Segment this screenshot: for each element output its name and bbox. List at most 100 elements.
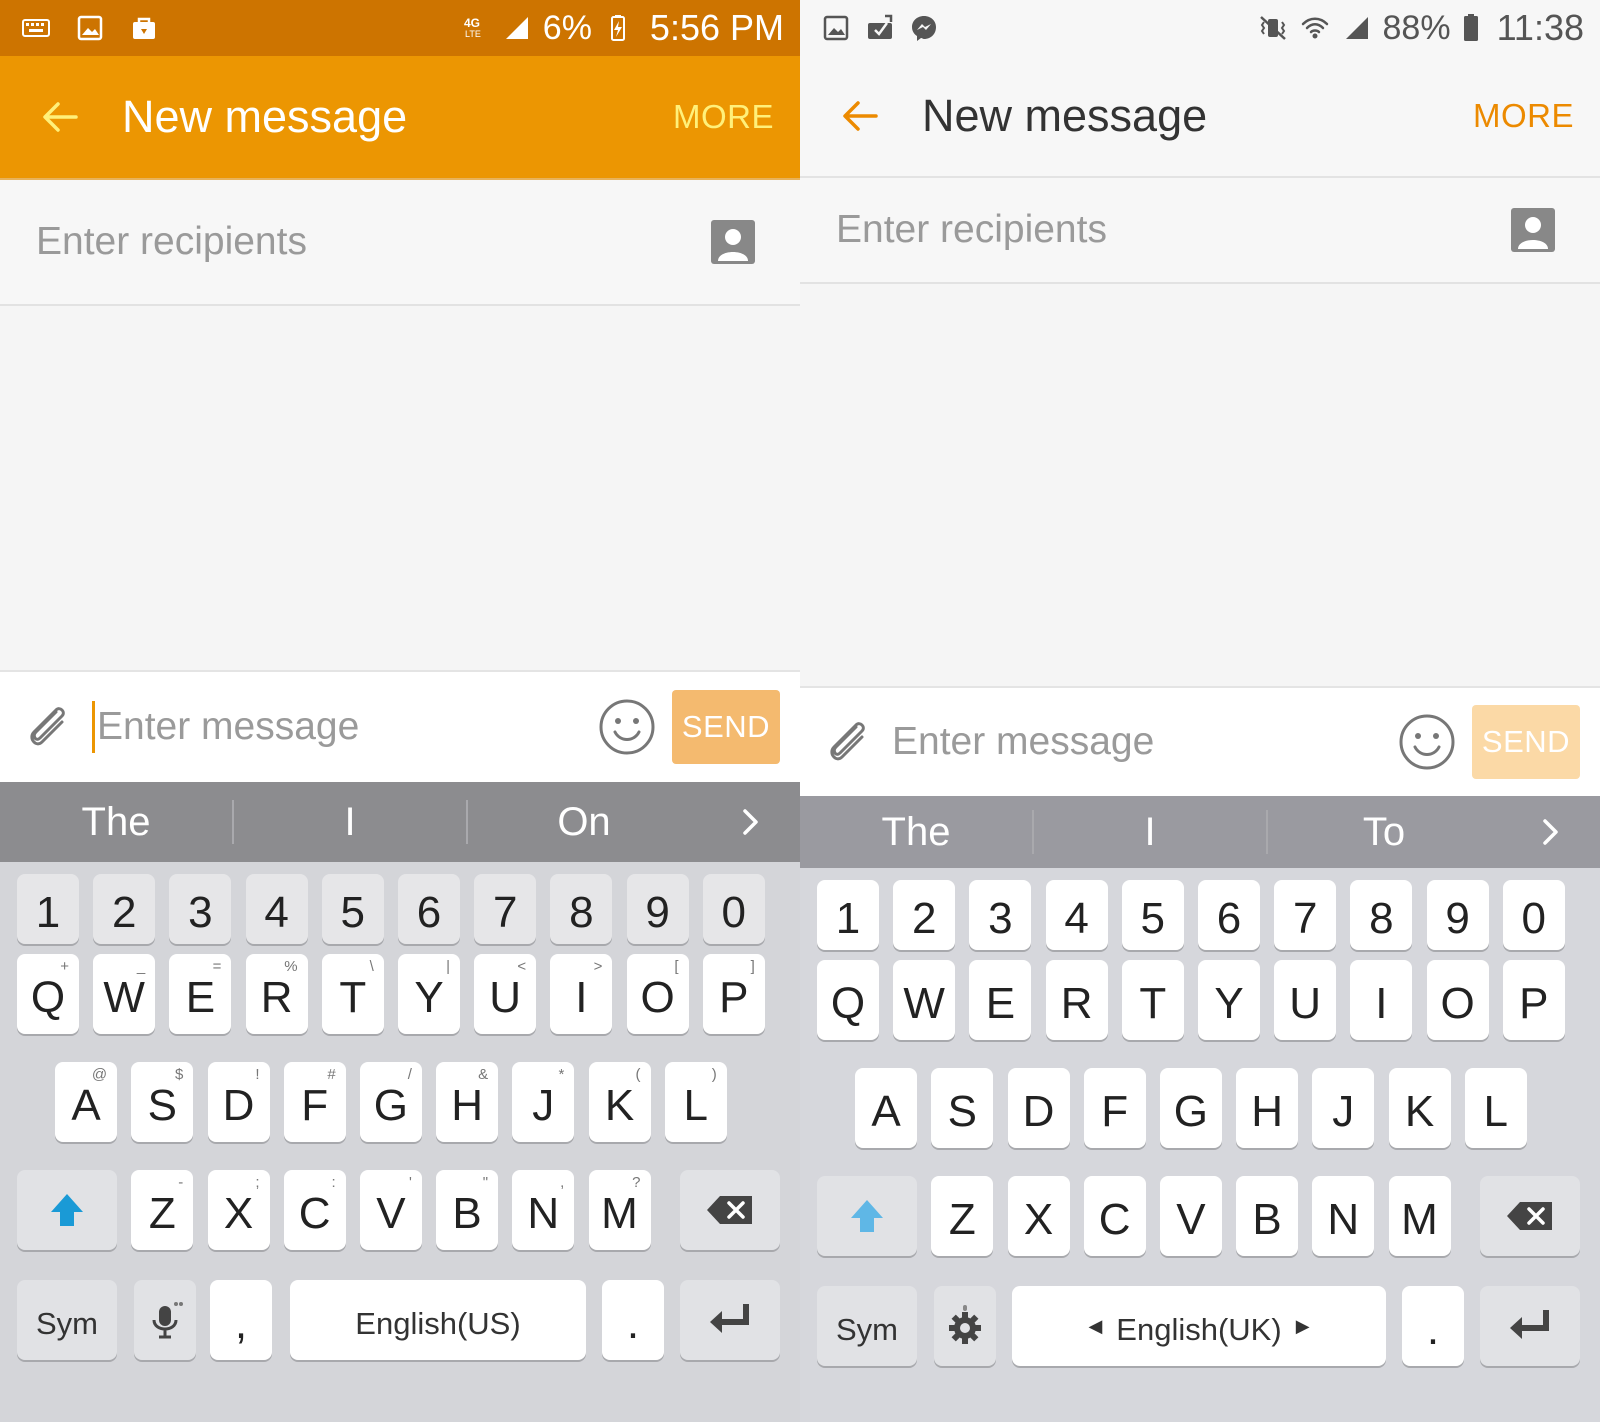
period-key[interactable]: . [602,1280,664,1360]
key-d[interactable]: D [1007,1068,1070,1148]
backspace-key[interactable] [680,1170,780,1250]
more-button[interactable]: MORE [1473,97,1574,135]
key-j[interactable]: * J [512,1062,575,1142]
key-8[interactable]: 8 [1350,880,1413,950]
suggestion-2[interactable]: I [234,800,466,845]
key-0[interactable]: 0 [702,874,765,944]
key-m[interactable]: ? M [588,1170,651,1250]
contact-icon[interactable] [1510,207,1556,253]
key-i[interactable]: I [1350,960,1413,1040]
key-y[interactable]: | Y [398,954,460,1034]
key-o[interactable]: [O [626,954,689,1034]
back-arrow-icon[interactable] [832,88,888,144]
key-p[interactable]: ] P [702,954,765,1034]
key-4[interactable]: 4 [1045,880,1108,950]
key-3[interactable]: 3 [969,880,1032,950]
space-key[interactable]: English(US) [290,1280,586,1360]
key-n[interactable]: N [1312,1176,1375,1256]
key-k[interactable]: K [1388,1068,1451,1148]
key-h[interactable]: & H [436,1062,499,1142]
send-button[interactable]: SEND [1472,705,1580,779]
chevron-right-icon[interactable] [700,807,800,837]
key-2[interactable]: 2 [93,874,156,944]
emoji-icon[interactable] [598,698,656,756]
suggestion-3[interactable]: On [468,800,700,845]
key-l[interactable]: ) L [664,1062,727,1142]
recipients-field[interactable]: Enter recipients [800,178,1600,284]
recipients-input[interactable]: Enter recipients [836,208,1510,252]
key-s[interactable]: S [931,1068,994,1148]
key-7[interactable]: 7 [474,874,537,944]
key-6[interactable]: 6 [1198,880,1260,950]
attach-icon[interactable] [22,700,76,754]
key-8[interactable]: 8 [550,874,613,944]
key-5[interactable]: 5 [321,874,384,944]
key-7[interactable]: 7 [1274,880,1337,950]
sym-key[interactable]: Sym [17,1280,117,1360]
key-d[interactable]: ! D [207,1062,270,1142]
key-p[interactable]: P [1502,960,1565,1040]
shift-key[interactable] [17,1170,117,1250]
key-q[interactable]: + Q [17,954,79,1034]
suggestion-3[interactable]: To [1268,810,1500,855]
period-key[interactable]: . [1402,1286,1464,1366]
key-r[interactable]: R [1045,960,1108,1040]
key-9[interactable]: 9 [626,874,689,944]
key-l[interactable]: L [1464,1068,1527,1148]
key-t[interactable]: T [1121,960,1184,1040]
comma-key[interactable]: , [210,1280,272,1360]
enter-key[interactable] [680,1280,780,1360]
key-w[interactable]: W [893,960,956,1040]
contact-icon[interactable] [710,219,756,265]
key-g[interactable]: G [1159,1068,1222,1148]
key-b[interactable]: " B [436,1170,499,1250]
key-5[interactable]: 5 [1121,880,1184,950]
key-h[interactable]: H [1236,1068,1299,1148]
attach-icon[interactable] [822,715,876,769]
message-input[interactable]: Enter message [892,720,1398,764]
more-button[interactable]: MORE [673,98,774,136]
key-u[interactable]: U [1274,960,1337,1040]
chevron-right-icon[interactable] [1500,817,1600,847]
key-n[interactable]: ,N [512,1170,575,1250]
suggestion-1[interactable]: The [800,810,1032,855]
key-c[interactable]: C [1083,1176,1146,1256]
key-g[interactable]: / G [359,1062,422,1142]
key-t[interactable]: \ T [321,954,384,1034]
key-6[interactable]: 6 [398,874,460,944]
key-x[interactable]: ; X [207,1170,270,1250]
key-1[interactable]: 1 [817,880,879,950]
key-i[interactable]: > I [550,954,613,1034]
key-j[interactable]: J [1312,1068,1375,1148]
key-y[interactable]: Y [1198,960,1260,1040]
key-a[interactable]: A [855,1068,918,1148]
key-v[interactable]: V [1159,1176,1222,1256]
recipients-field[interactable]: Enter recipients [0,180,800,306]
shift-key[interactable] [817,1176,917,1256]
emoji-icon[interactable] [1398,713,1456,771]
back-arrow-icon[interactable] [32,89,88,145]
key-f[interactable]: # F [283,1062,346,1142]
key-v[interactable]: ' V [359,1170,422,1250]
key-w[interactable]: _ W [93,954,156,1034]
key-4[interactable]: 4 [245,874,308,944]
settings-key[interactable] [934,1286,996,1366]
key-2[interactable]: 2 [893,880,956,950]
key-o[interactable]: O [1426,960,1489,1040]
recipients-input[interactable]: Enter recipients [36,220,710,264]
key-a[interactable]: @ A [55,1062,118,1142]
key-0[interactable]: 0 [1502,880,1565,950]
key-x[interactable]: X [1007,1176,1070,1256]
space-key[interactable]: ◀ English(UK) ▶ [1012,1286,1386,1366]
message-input[interactable]: Enter message [92,701,598,753]
key-1[interactable]: 1 [17,874,79,944]
key-u[interactable]: < U [474,954,537,1034]
key-q[interactable]: Q [817,960,879,1040]
key-e[interactable]: = E [169,954,232,1034]
key-z[interactable]: -Z [131,1170,194,1250]
key-m[interactable]: M [1388,1176,1451,1256]
key-3[interactable]: 3 [169,874,232,944]
suggestion-2[interactable]: I [1034,810,1266,855]
key-b[interactable]: B [1236,1176,1299,1256]
key-k[interactable]: (K [588,1062,651,1142]
